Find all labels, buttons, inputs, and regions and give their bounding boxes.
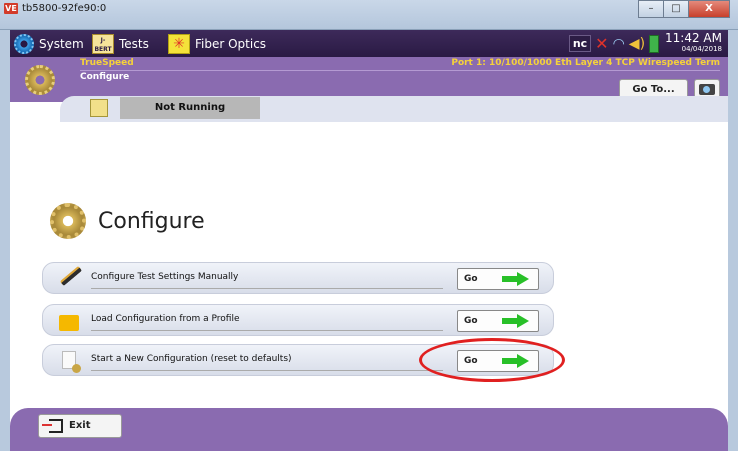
tab-system-label: System [39, 37, 84, 51]
window-titlebar: VE tb5800-92fe90:0 – □ X [0, 0, 738, 30]
maximize-button[interactable]: □ [663, 0, 689, 18]
page-heading: Configure [50, 203, 205, 239]
camera-icon [699, 84, 715, 95]
document-gear-icon [62, 351, 81, 373]
tab-tests-label: Tests [119, 37, 149, 51]
configure-gear-icon [50, 203, 86, 239]
highlight-ellipse [419, 338, 565, 382]
exit-button[interactable]: Exit [38, 414, 122, 438]
pencil-icon [59, 265, 83, 287]
exit-label: Exit [69, 420, 91, 431]
option-divider [91, 370, 443, 371]
minimize-button[interactable]: – [638, 0, 664, 18]
folder-icon [59, 315, 79, 331]
go-button-load-profile[interactable]: Go [457, 310, 539, 332]
arrow-right-icon [502, 314, 530, 328]
option-load-profile: Load Configuration from a Profile Go [42, 304, 554, 336]
window-frame-right [728, 30, 738, 451]
go-button-configure-manually[interactable]: Go [457, 268, 539, 290]
bert-icon: J-BERT [92, 34, 114, 54]
clock: 11:42 AM 04/04/2018 [665, 30, 722, 55]
clock-time: 11:42 AM [665, 30, 722, 45]
option-label: Load Configuration from a Profile [91, 314, 240, 324]
network-disconnected-icon[interactable]: ✕ [595, 34, 608, 53]
battery-icon[interactable] [649, 34, 660, 53]
option-divider [91, 288, 443, 289]
port-info: Port 1: 10/100/1000 Eth Layer 4 TCP Wire… [451, 58, 720, 68]
close-button[interactable]: X [688, 0, 730, 18]
window-controls: – □ X [638, 0, 730, 18]
exit-icon [42, 419, 63, 433]
arrow-right-icon [502, 272, 530, 286]
option-label: Configure Test Settings Manually [91, 272, 239, 282]
settings-gear-icon [25, 65, 55, 95]
tab-tests[interactable]: J-BERT Tests [92, 33, 149, 55]
tab-system[interactable]: System [14, 33, 84, 55]
window-frame-left [0, 30, 10, 451]
fiber-icon: ✳ [168, 34, 190, 54]
system-tray: nc ✕ ◠ ◀) 11:42 AM 04/04/2018 [568, 30, 722, 55]
header-divider [80, 70, 720, 71]
app-logo-icon: VE [4, 3, 18, 14]
tab-fiber-optics[interactable]: ✳ Fiber Optics [168, 33, 266, 55]
go-button-label: Go [464, 274, 478, 284]
status-strip: Not Running [60, 96, 728, 122]
option-configure-manually: Configure Test Settings Manually Go [42, 262, 554, 294]
option-divider [91, 330, 443, 331]
tab-fiber-optics-label: Fiber Optics [195, 37, 267, 51]
nc-status-icon[interactable]: nc [568, 35, 592, 52]
app-topbar: System J-BERT Tests ✳ Fiber Optics nc ✕ … [10, 30, 728, 57]
wifi-icon[interactable]: ◠ [613, 36, 625, 52]
go-button-label: Go [464, 316, 478, 326]
test-app-name: TrueSpeed [80, 58, 134, 68]
test-status: Not Running [120, 97, 260, 119]
window-title: tb5800-92fe90:0 [22, 3, 107, 14]
volume-icon[interactable]: ◀) [629, 36, 645, 52]
option-label: Start a New Configuration (reset to defa… [91, 354, 292, 364]
header-section-title: Configure [80, 72, 130, 82]
page-title: Configure [98, 208, 205, 234]
gear-icon [14, 34, 34, 54]
clock-date: 04/04/2018 [681, 44, 722, 53]
bottom-bar: Exit [10, 408, 728, 451]
status-led-icon [90, 99, 108, 117]
